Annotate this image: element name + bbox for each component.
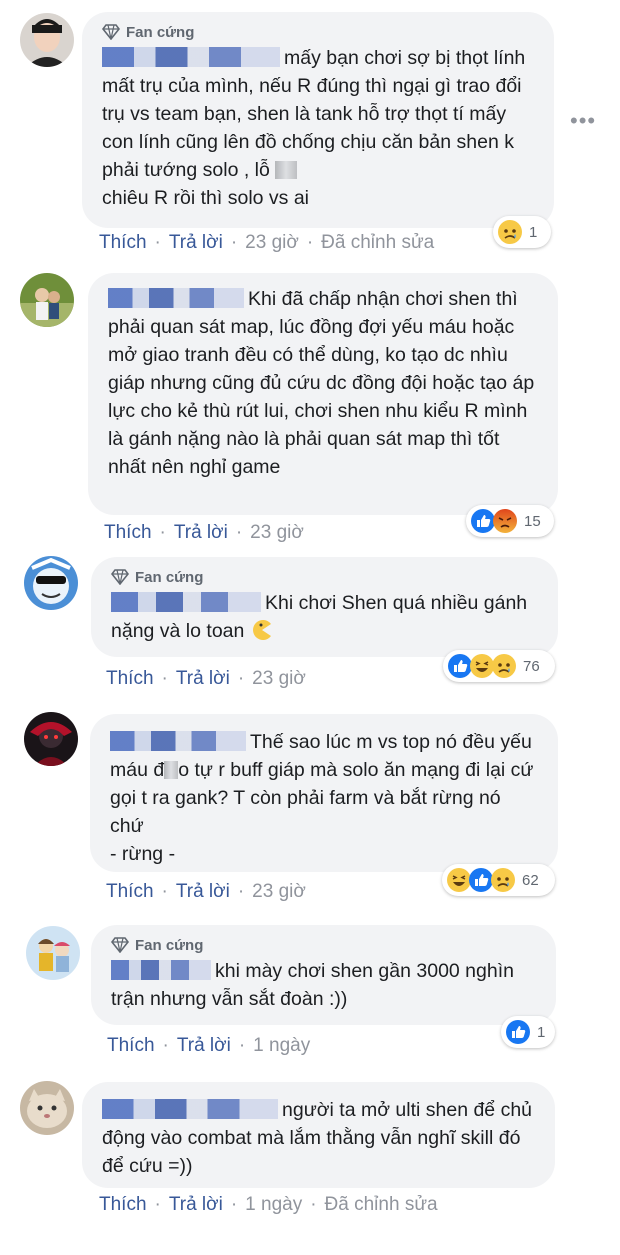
like-link[interactable]: Thích xyxy=(99,1194,147,1216)
comment-bubble: người ta mở ulti shen để chủ động vào co… xyxy=(82,1082,555,1188)
like-link[interactable]: Thích xyxy=(106,668,154,690)
comment-text: người ta mở ulti shen để chủ động vào co… xyxy=(102,1096,535,1180)
reply-link[interactable]: Trả lời xyxy=(169,232,223,254)
comment-text: Khi đã chấp nhận chơi shen thì phải quan… xyxy=(108,285,538,481)
comment-body-tail: chiêu R rồi thì solo vs ai xyxy=(102,187,310,209)
comment-actions: Thích · Trả lời · 1 ngày xyxy=(107,1035,311,1057)
reply-link[interactable]: Trả lời xyxy=(177,1035,231,1057)
reply-link[interactable]: Trả lời xyxy=(169,1194,223,1216)
diamond-icon xyxy=(102,24,120,40)
comment-actions: Thích · Trả lời · 23 giờ xyxy=(104,522,304,544)
reply-link[interactable]: Trả lời xyxy=(174,522,228,544)
like-link[interactable]: Thích xyxy=(106,881,154,903)
comment-bubble: Fan cứng khi mày chơi shen gần 3000 nghì… xyxy=(91,925,556,1025)
reply-link[interactable]: Trả lời xyxy=(176,881,230,903)
author-name[interactable] xyxy=(108,288,244,308)
fan-badge-label: Fan cứng xyxy=(135,568,204,586)
angry-reaction-icon xyxy=(493,509,517,533)
comment-bubble: Khi đã chấp nhận chơi shen thì phải quan… xyxy=(88,273,558,515)
fan-badge-label: Fan cứng xyxy=(126,23,195,41)
like-link[interactable]: Thích xyxy=(99,232,147,254)
edited-label[interactable]: Đã chỉnh sửa xyxy=(325,1194,438,1216)
like-link[interactable]: Thích xyxy=(104,522,152,544)
timestamp[interactable]: 23 giờ xyxy=(252,668,306,690)
author-name[interactable] xyxy=(111,592,261,612)
comment-signature: - rừng - xyxy=(110,843,176,865)
sad-reaction-icon xyxy=(492,654,516,678)
reaction-count: 1 xyxy=(537,1023,546,1041)
fan-badge: Fan cứng xyxy=(111,935,536,955)
timestamp[interactable]: 23 giờ xyxy=(252,881,306,903)
blurred-text xyxy=(275,161,298,179)
timestamp[interactable]: 23 giờ xyxy=(250,522,304,544)
reaction-count: 1 xyxy=(529,223,538,241)
comment-text: mấy bạn chơi sợ bị thọt lính mất trụ của… xyxy=(102,44,534,212)
reactions-summary[interactable]: 62 xyxy=(442,864,555,896)
timestamp[interactable]: 23 giờ xyxy=(245,232,299,254)
fan-badge-label: Fan cứng xyxy=(135,936,204,954)
reactions-summary[interactable]: 15 xyxy=(466,505,554,537)
comment-actions: Thích · Trả lời · 23 giờ xyxy=(106,881,306,903)
comment-text: Khi chơi Shen quá nhiều gánh nặng và lo … xyxy=(111,589,538,645)
fan-badge: Fan cứng xyxy=(102,22,534,42)
author-name[interactable] xyxy=(102,47,280,67)
reactions-summary[interactable]: 1 xyxy=(501,1016,555,1048)
avatar[interactable] xyxy=(20,1081,74,1135)
comment-actions: Thích · Trả lời · 23 giờ · Đã chỉnh sửa xyxy=(99,232,435,254)
author-name[interactable] xyxy=(111,960,211,980)
diamond-icon xyxy=(111,937,129,953)
avatar[interactable] xyxy=(26,926,80,980)
sad-reaction-icon xyxy=(491,868,515,892)
comment-body: Khi đã chấp nhận chơi shen thì phải quan… xyxy=(108,288,535,478)
avatar[interactable] xyxy=(20,13,74,67)
author-name[interactable] xyxy=(102,1099,278,1119)
reaction-count: 15 xyxy=(524,512,541,530)
comment-bubble: Fan cứng mấy bạn chơi sợ bị thọt lính mấ… xyxy=(82,12,554,228)
reactions-summary[interactable]: 1 xyxy=(493,216,551,248)
comment-bubble: Fan cứng Khi chơi Shen quá nhiều gánh nặ… xyxy=(91,557,558,657)
pacman-emoji-icon xyxy=(252,620,271,640)
comment-text: Thế sao lúc m vs top nó đều yếu máu đo t… xyxy=(110,728,538,868)
blurred-text xyxy=(164,761,179,779)
like-link[interactable]: Thích xyxy=(107,1035,155,1057)
reactions-summary[interactable]: 76 xyxy=(443,650,555,682)
timestamp[interactable]: 1 ngày xyxy=(253,1035,310,1057)
fan-badge: Fan cứng xyxy=(111,567,538,587)
avatar[interactable] xyxy=(20,273,74,327)
reaction-count: 76 xyxy=(523,657,540,675)
comment-body: mấy bạn chơi sợ bị thọt lính mất trụ của… xyxy=(102,47,526,181)
avatar[interactable] xyxy=(24,556,78,610)
comment-actions: Thích · Trả lời · 23 giờ xyxy=(106,668,306,690)
sad-reaction-icon xyxy=(498,220,522,244)
diamond-icon xyxy=(111,569,129,585)
comment-actions: Thích · Trả lời · 1 ngày · Đã chỉnh sửa xyxy=(99,1194,438,1216)
timestamp[interactable]: 1 ngày xyxy=(245,1194,302,1216)
comment-text: khi mày chơi shen gần 3000 nghìn trận nh… xyxy=(111,957,536,1013)
avatar[interactable] xyxy=(24,712,78,766)
edited-label[interactable]: Đã chỉnh sửa xyxy=(321,232,434,254)
reaction-count: 62 xyxy=(522,871,539,889)
reply-link[interactable]: Trả lời xyxy=(176,668,230,690)
author-name[interactable] xyxy=(110,731,246,751)
more-options-icon[interactable]: ••• xyxy=(570,108,596,134)
comment-bubble: Thế sao lúc m vs top nó đều yếu máu đo t… xyxy=(90,714,558,872)
like-reaction-icon xyxy=(506,1020,530,1044)
